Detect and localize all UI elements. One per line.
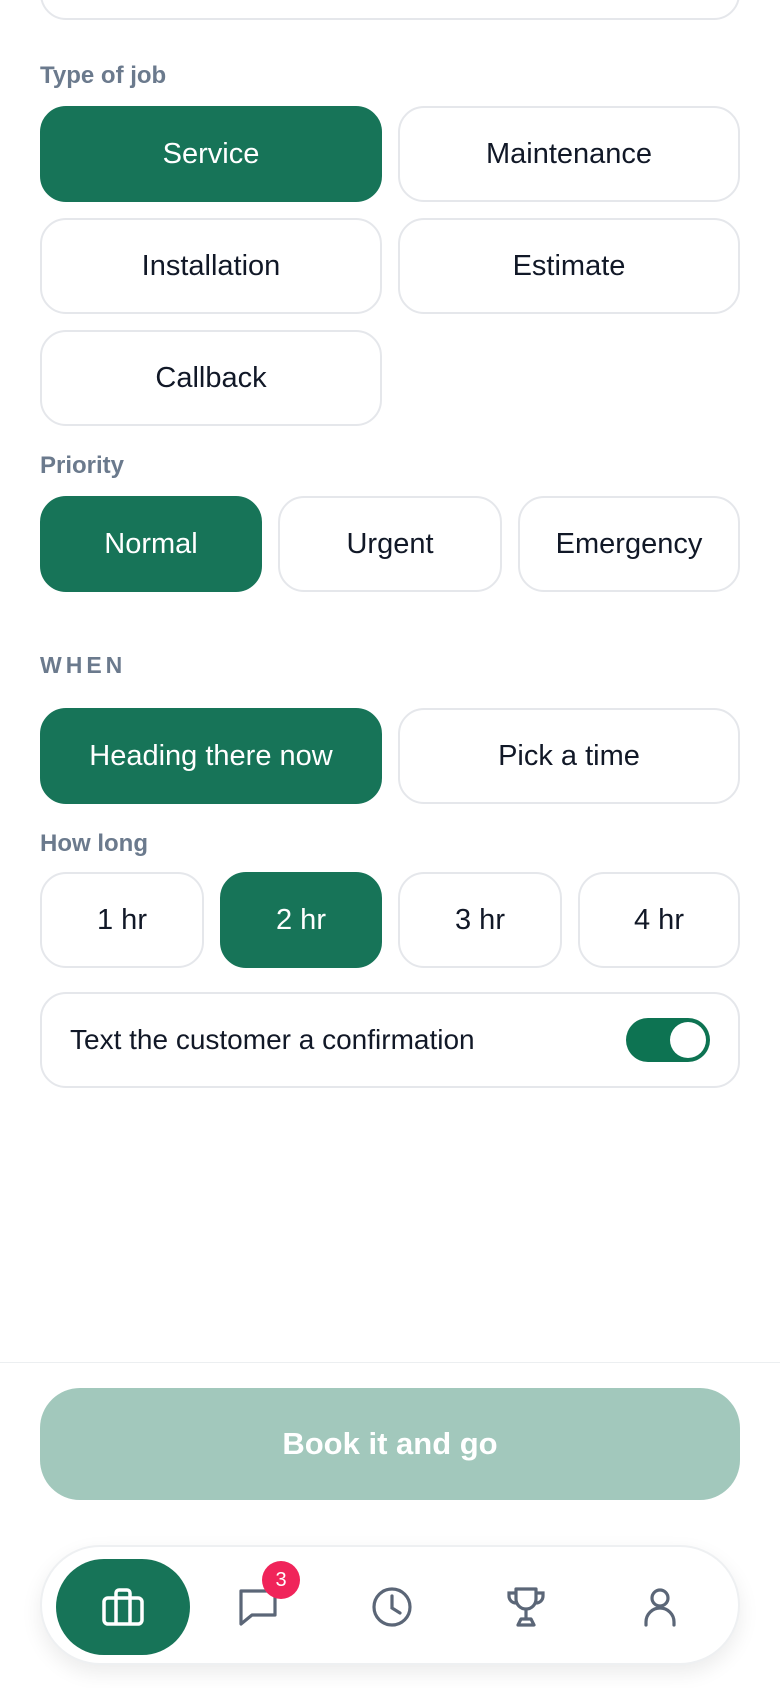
nav-rewards[interactable] xyxy=(478,1559,574,1655)
duration-4hr-chip[interactable]: 4 hr xyxy=(578,872,740,968)
when-section-label: WHEN xyxy=(40,652,127,678)
duration-label: How long xyxy=(40,830,148,857)
job-type-callback-chip[interactable]: Callback xyxy=(40,330,382,426)
job-type-estimate-chip[interactable]: Estimate xyxy=(398,218,740,314)
priority-normal-chip[interactable]: Normal xyxy=(40,496,262,592)
book-it-and-go-button[interactable]: Book it and go xyxy=(40,1388,740,1500)
footer-divider xyxy=(0,1362,780,1363)
job-type-maintenance-chip[interactable]: Maintenance xyxy=(398,106,740,202)
priority-emergency-chip[interactable]: Emergency xyxy=(518,496,740,592)
priority-label: Priority xyxy=(40,452,125,479)
nav-profile[interactable] xyxy=(612,1559,708,1655)
briefcase-icon xyxy=(102,1588,144,1626)
confirmation-toggle-row: Text the customer a confirmation xyxy=(40,992,740,1088)
bottom-nav: 3 xyxy=(40,1545,740,1665)
messages-badge: 3 xyxy=(262,1561,300,1599)
job-type-service-chip[interactable]: Service xyxy=(40,106,382,202)
nav-messages[interactable]: 3 xyxy=(210,1559,306,1655)
confirmation-toggle[interactable] xyxy=(626,1018,710,1062)
heading-there-now-chip[interactable]: Heading there now xyxy=(40,708,382,804)
duration-3hr-chip[interactable]: 3 hr xyxy=(398,872,562,968)
nav-history[interactable] xyxy=(344,1559,440,1655)
duration-2hr-chip[interactable]: 2 hr xyxy=(220,872,382,968)
duration-1hr-chip[interactable]: 1 hr xyxy=(40,872,204,968)
nav-jobs[interactable] xyxy=(56,1559,190,1655)
clock-icon xyxy=(372,1587,412,1627)
toggle-knob xyxy=(670,1022,706,1058)
job-type-installation-chip[interactable]: Installation xyxy=(40,218,382,314)
job-type-label: Type of job xyxy=(40,62,167,89)
trophy-icon xyxy=(507,1587,545,1627)
confirmation-label: Text the customer a confirmation xyxy=(70,1024,475,1055)
booking-screen: Type of job Service Maintenance Installa… xyxy=(0,0,780,1688)
previous-field-card[interactable] xyxy=(40,0,740,20)
priority-urgent-chip[interactable]: Urgent xyxy=(278,496,502,592)
person-icon xyxy=(644,1588,676,1627)
pick-a-time-chip[interactable]: Pick a time xyxy=(398,708,740,804)
